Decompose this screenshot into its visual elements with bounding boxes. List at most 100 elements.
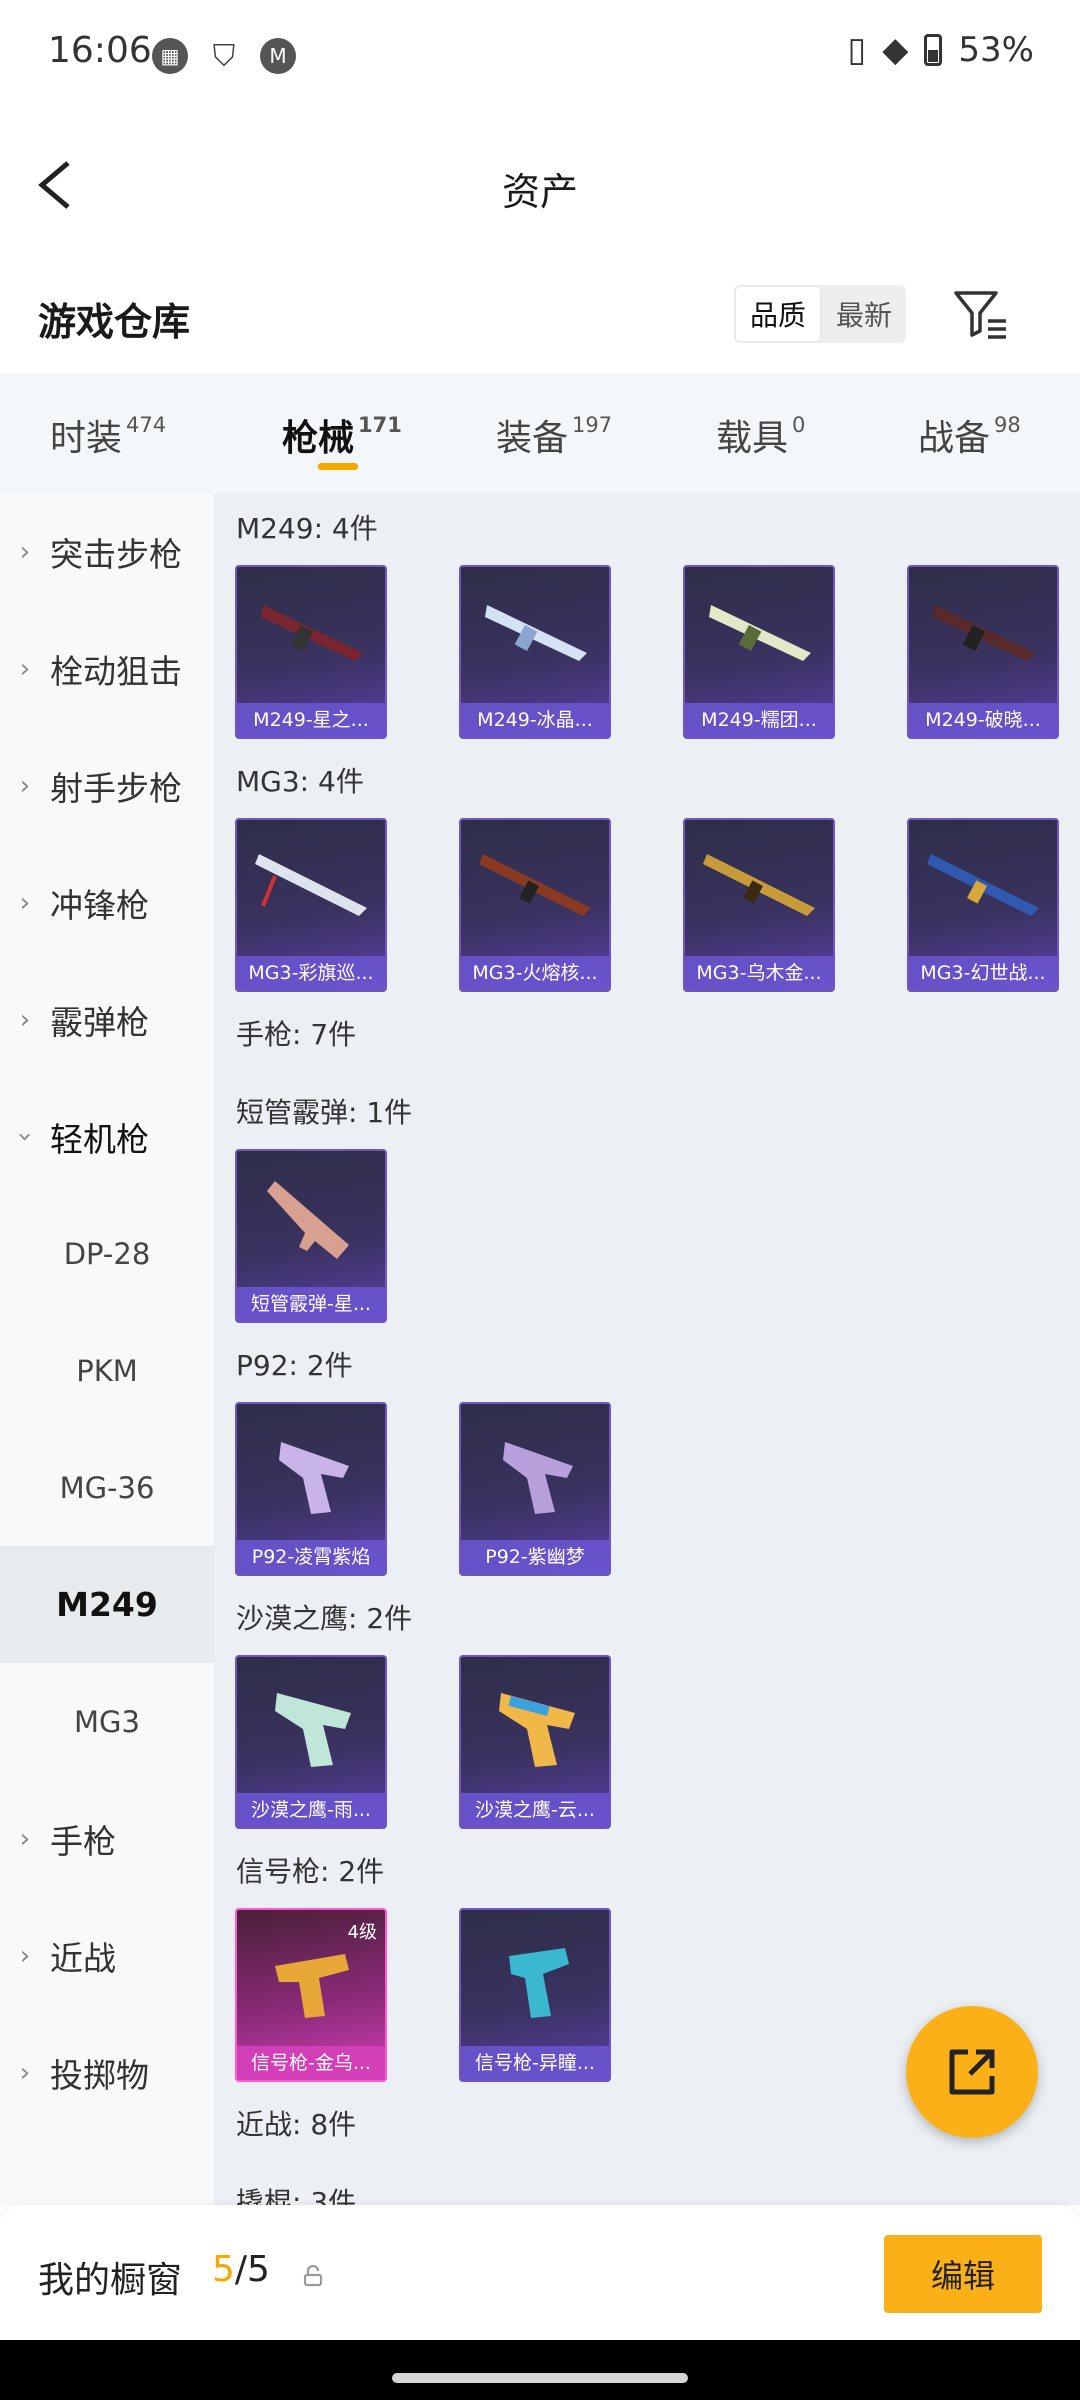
section-title: MG3: 4件: [236, 765, 364, 798]
sidebar-item-melee[interactable]: › 近战: [0, 1897, 214, 2014]
chevron-right-icon: ›: [19, 1940, 31, 1971]
rifle-icon: [933, 605, 1035, 661]
status-time: 16:06: [48, 30, 152, 71]
item-card[interactable]: M249-糯团...: [683, 565, 835, 739]
warehouse-bar: 游戏仓库 品质 最新: [0, 255, 1080, 373]
machine-gun-icon: [927, 854, 1039, 916]
item-name: MG3-幻世战...: [909, 956, 1057, 990]
showcase-bar: 我的橱窗 5/5 编辑: [0, 2205, 1080, 2340]
sidebar-item-pistol[interactable]: › 手枪: [0, 1780, 214, 1897]
sidebar-item-mg36[interactable]: MG-36: [0, 1429, 214, 1546]
tab-outfits[interactable]: 时装 474: [50, 409, 166, 461]
item-card[interactable]: 4级信号枪-金乌...: [235, 1908, 387, 2082]
shotgun-icon: [267, 1181, 349, 1259]
tab-equipment[interactable]: 装备 197: [496, 409, 612, 461]
pistol-icon: [503, 1442, 573, 1514]
item-name: M249-星之...: [237, 703, 385, 737]
machine-gun-icon: [479, 854, 591, 916]
sidebar-item-throwable[interactable]: › 投掷物: [0, 2014, 214, 2131]
sort-latest-button[interactable]: 最新: [822, 285, 906, 343]
item-name: 信号枪-异瞳...: [461, 2046, 609, 2080]
chevron-right-icon: ›: [19, 1823, 31, 1854]
item-name: M249-破晓...: [909, 703, 1057, 737]
tab-supplies[interactable]: 战备 98: [918, 409, 1021, 461]
section-title: 信号枪: 2件: [236, 1855, 385, 1888]
item-card[interactable]: MG3-火熔核...: [459, 818, 611, 992]
showcase-label: 我的橱窗: [38, 2260, 183, 2301]
shield-icon: ⛉: [212, 38, 236, 74]
item-card[interactable]: M249-破晓...: [907, 565, 1059, 739]
battery-icon: [924, 34, 943, 66]
sort-quality-button[interactable]: 品质: [734, 285, 822, 343]
active-tab-indicator: [318, 463, 358, 470]
home-gesture-handle[interactable]: [392, 2373, 688, 2383]
section-title: 近战: 8件: [236, 2108, 357, 2141]
item-name: 沙漠之鹰-雨...: [237, 1793, 385, 1827]
item-card[interactable]: 沙漠之鹰-云...: [459, 1655, 611, 1829]
item-name: MG3-乌木金...: [685, 956, 833, 990]
flare-gun-icon: [509, 1948, 569, 2018]
sidebar-item-m249[interactable]: M249: [0, 1546, 214, 1663]
sidebar-item-pkm[interactable]: PKM: [0, 1312, 214, 1429]
chevron-down-icon: ›: [10, 1131, 40, 1142]
battery-level: 53%: [958, 30, 1034, 70]
sidebar-item-dp28[interactable]: DP-28: [0, 1195, 214, 1312]
chevron-right-icon: ›: [19, 653, 31, 684]
item-grid: M249: 4件 M249-星之... M249-冰晶... M249-糯团..…: [214, 493, 1080, 2205]
machine-gun-icon: [703, 854, 815, 916]
filter-icon[interactable]: [950, 285, 1010, 343]
pistol-icon: [279, 1442, 349, 1514]
sidebar-item-bolt-sniper[interactable]: › 栓动狙击: [0, 610, 214, 727]
motorola-icon: M: [260, 38, 296, 74]
rifle-icon: [709, 605, 811, 661]
level-badge: 4级: [347, 1922, 377, 1943]
sidebar-item-shotgun[interactable]: › 霰弹枪: [0, 961, 214, 1078]
item-card[interactable]: 信号枪-异瞳...: [459, 1908, 611, 2082]
share-fab-button[interactable]: [906, 2006, 1038, 2138]
system-nav-bar: [0, 2340, 1080, 2400]
item-card[interactable]: MG3-幻世战...: [907, 818, 1059, 992]
lock-icon: [303, 2265, 323, 2287]
status-bar: 16:06 ▦ ⛉ M ▯ ◆ 53%: [0, 0, 1080, 115]
warehouse-title: 游戏仓库: [38, 300, 191, 344]
item-card[interactable]: M249-冰晶...: [459, 565, 611, 739]
item-name: P92-紫幽梦: [461, 1540, 609, 1574]
machine-gun-icon: [255, 854, 367, 916]
section-title: P92: 2件: [236, 1349, 353, 1382]
tab-vehicles[interactable]: 载具 0: [716, 409, 805, 461]
sidebar-item-lmg[interactable]: › 轻机枪: [0, 1078, 214, 1195]
rifle-icon: [485, 605, 587, 661]
sort-toggle[interactable]: 品质 最新: [734, 285, 906, 343]
sidebar-item-dmr[interactable]: › 射手步枪: [0, 727, 214, 844]
tab-weapons[interactable]: 枪械 171: [282, 409, 402, 461]
item-name: 信号枪-金乌...: [237, 2046, 385, 2080]
rifle-icon: [261, 605, 363, 661]
external-link-icon: [949, 2049, 995, 2095]
item-name: MG3-彩旗巡...: [237, 956, 385, 990]
sidebar-item-mg3[interactable]: MG3: [0, 1663, 214, 1780]
item-card[interactable]: MG3-乌木金...: [683, 818, 835, 992]
weapon-sidebar: › 突击步枪 › 栓动狙击 › 射手步枪 › 冲锋枪 › 霰弹枪 › 轻机枪 DP-28 P…: [0, 493, 214, 2205]
vibrate-icon: ▯: [847, 30, 867, 70]
sidebar-item-smg[interactable]: › 冲锋枪: [0, 844, 214, 961]
item-name: M249-冰晶...: [461, 703, 609, 737]
sidebar-item-assault-rifle[interactable]: › 突击步枪: [0, 493, 214, 610]
item-card[interactable]: P92-紫幽梦: [459, 1402, 611, 1576]
pistol-icon: [275, 1693, 351, 1767]
item-card[interactable]: M249-星之...: [235, 565, 387, 739]
section-title: 沙漠之鹰: 2件: [236, 1602, 413, 1635]
item-name: P92-凌霄紫焰: [237, 1540, 385, 1574]
edit-button[interactable]: 编辑: [884, 2235, 1042, 2313]
pistol-icon: [499, 1693, 575, 1767]
chevron-right-icon: ›: [19, 536, 31, 567]
page-title: 资产: [501, 170, 578, 214]
item-card[interactable]: 沙漠之鹰-雨...: [235, 1655, 387, 1829]
showcase-count: 5/5: [212, 2249, 270, 2290]
section-title: M249: 4件: [236, 512, 378, 545]
item-card[interactable]: MG3-彩旗巡...: [235, 818, 387, 992]
section-title: 撬棍: 3件: [236, 2186, 357, 2205]
item-card[interactable]: 短管霰弹-星...: [235, 1149, 387, 1323]
chevron-right-icon: ›: [19, 1004, 31, 1035]
item-card[interactable]: P92-凌霄紫焰: [235, 1402, 387, 1576]
section-title: 手枪: 7件: [236, 1018, 357, 1051]
